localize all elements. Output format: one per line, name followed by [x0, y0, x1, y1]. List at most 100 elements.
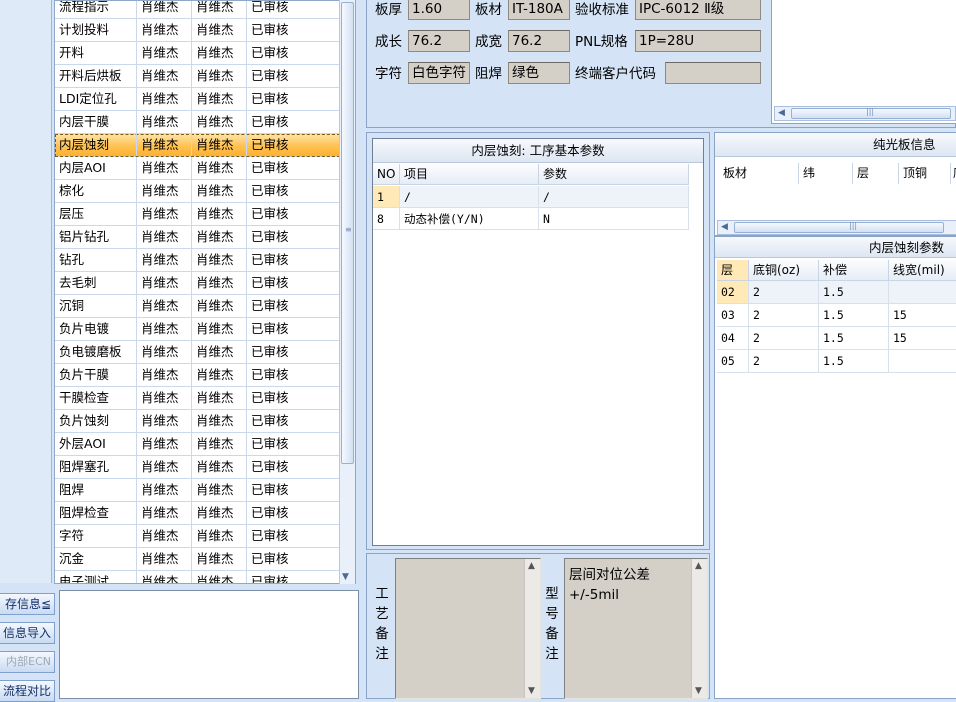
etch-cell-comp[interactable]: 1.5 [819, 304, 889, 327]
material-field[interactable]: IT-180A [508, 0, 570, 20]
model-note-scrollbar[interactable]: ▲ ▼ [691, 559, 707, 698]
process-row[interactable]: 开料 肖维杰 肖维杰 已审核 [55, 42, 340, 65]
col-header-value[interactable]: 参数 [539, 164, 689, 185]
length-field[interactable]: 76.2 [408, 30, 470, 52]
etch-cell-base[interactable]: 2 [749, 304, 819, 327]
process-row[interactable]: 铝片钻孔 肖维杰 肖维杰 已审核 [55, 226, 340, 249]
scroll-down-icon[interactable]: ▼ [342, 572, 349, 582]
col-header-layer[interactable]: 层 [717, 260, 749, 281]
etch-cell-comp[interactable]: 1.5 [819, 327, 889, 350]
customer-code-field[interactable] [665, 62, 761, 84]
blank-board-hscrollbar[interactable]: ◀ ||| [717, 220, 956, 235]
scroll-up-icon[interactable]: ▲ [695, 561, 702, 571]
model-note-textbox[interactable]: 层间对位公差+/-5mil ▲ ▼ [564, 558, 708, 699]
process-row[interactable]: 干膜检查 肖维杰 肖维杰 已审核 [55, 387, 340, 410]
param-cell-no[interactable]: 8 [373, 208, 400, 230]
process-row[interactable]: LDI定位孔 肖维杰 肖维杰 已审核 [55, 88, 340, 111]
thickness-field[interactable]: 1.60 [408, 0, 470, 20]
etch-cell-base[interactable]: 2 [749, 350, 819, 373]
scroll-left-icon[interactable]: ◀ [778, 107, 785, 120]
process-row[interactable]: 阻焊检查 肖维杰 肖维杰 已审核 [55, 502, 340, 525]
scroll-up-icon[interactable]: ▲ [528, 561, 535, 571]
process-row[interactable]: 流程指示 肖维杰 肖维杰 已审核 [55, 1, 340, 19]
process-row[interactable]: 沉金 肖维杰 肖维杰 已审核 [55, 548, 340, 571]
process-row[interactable]: 内层干膜 肖维杰 肖维杰 已审核 [55, 111, 340, 134]
process-row[interactable]: 内层蚀刻 肖维杰 肖维杰 已审核 [55, 134, 340, 157]
etch-cell-comp[interactable]: 1.5 [819, 281, 889, 304]
process-row[interactable]: 外层AOI 肖维杰 肖维杰 已审核 [55, 433, 340, 456]
col-header-bottom[interactable]: 底 [951, 163, 956, 184]
scroll-thumb[interactable]: ||| [734, 221, 944, 233]
etch-cell-layer[interactable]: 03 [717, 304, 749, 327]
material-label: 板材 [475, 2, 502, 18]
param-cell-value[interactable]: / [539, 186, 689, 208]
col-header-line-width[interactable]: 线宽(mil) [889, 260, 956, 281]
process-row[interactable]: 电子测试 肖维杰 肖维杰 已审核 [55, 571, 340, 583]
scroll-thumb[interactable]: ≡ [341, 2, 354, 464]
process-row[interactable]: 负片干膜 肖维杰 肖维杰 已审核 [55, 364, 340, 387]
info-import-button[interactable]: 信息导入 [0, 622, 55, 644]
col-header-item[interactable]: 项目 [400, 164, 539, 185]
scroll-down-icon[interactable]: ▼ [528, 686, 535, 696]
standard-field[interactable]: IPC-6012 Ⅱ级 [635, 0, 761, 20]
etch-cell-width[interactable] [889, 281, 956, 304]
col-header-top-copper[interactable]: 顶铜 [899, 163, 951, 184]
process-list-scrollbar[interactable]: ≡ ▼ [339, 0, 355, 584]
etch-cell-layer[interactable]: 05 [717, 350, 749, 373]
reviewer-name: 肖维杰 [192, 134, 247, 156]
process-list[interactable]: 流程指示 肖维杰 肖维杰 已审核 计划投料 肖维杰 肖维杰 已审核 开料 肖维杰 肖维杰 已审核 开料后… [54, 0, 356, 584]
process-row[interactable]: 阻焊 肖维杰 肖维杰 已审核 [55, 479, 340, 502]
pnl-field[interactable]: 1P=28U [635, 30, 761, 52]
process-row[interactable]: 沉铜 肖维杰 肖维杰 已审核 [55, 295, 340, 318]
param-cell-item[interactable]: 动态补偿(Y/N) [400, 208, 539, 230]
process-row[interactable]: 层压 肖维杰 肖维杰 已审核 [55, 203, 340, 226]
process-row[interactable]: 计划投料 肖维杰 肖维杰 已审核 [55, 19, 340, 42]
save-info-button[interactable]: 存信息≦ [0, 593, 55, 615]
etch-cell-width[interactable] [889, 350, 956, 373]
mask-field[interactable]: 绿色 [508, 62, 570, 84]
param-cell-item[interactable]: / [400, 186, 539, 208]
scroll-left-icon[interactable]: ◀ [721, 221, 728, 234]
process-note-textbox[interactable]: ▲ ▼ [395, 558, 541, 699]
etch-cell-layer[interactable]: 02 [717, 281, 749, 304]
process-row[interactable]: 开料后烘板 肖维杰 肖维杰 已审核 [55, 65, 340, 88]
process-row[interactable]: 内层AOI 肖维杰 肖维杰 已审核 [55, 157, 340, 180]
etch-cell-width[interactable]: 15 [889, 304, 956, 327]
scroll-thumb[interactable]: ||| [791, 107, 951, 119]
internal-ecn-button[interactable]: 内部ECN [0, 651, 55, 673]
col-header-no[interactable]: NO [373, 164, 400, 185]
col-header-compensation[interactable]: 补偿 [819, 260, 889, 281]
memo-textbox[interactable] [59, 590, 359, 699]
etch-cell-layer[interactable]: 04 [717, 327, 749, 350]
review-status: 已审核 [251, 252, 289, 267]
etch-cell-width[interactable]: 15 [889, 327, 956, 350]
creator-name: 肖维杰 [137, 410, 192, 432]
param-cell-value[interactable]: N [539, 208, 689, 230]
process-row[interactable]: 阻焊塞孔 肖维杰 肖维杰 已审核 [55, 456, 340, 479]
process-note-scrollbar[interactable]: ▲ ▼ [524, 559, 540, 698]
process-row[interactable]: 负电镀磨板 肖维杰 肖维杰 已审核 [55, 341, 340, 364]
col-header-material[interactable]: 板材 [719, 163, 799, 184]
process-row[interactable]: 棕化 肖维杰 肖维杰 已审核 [55, 180, 340, 203]
char-field[interactable]: 白色字符 [408, 62, 470, 84]
process-row[interactable]: 钻孔 肖维杰 肖维杰 已审核 [55, 249, 340, 272]
process-row[interactable]: 字符 肖维杰 肖维杰 已审核 [55, 525, 340, 548]
col-header-base-copper[interactable]: 底铜(oz) [749, 260, 819, 281]
info-grid-hscrollbar[interactable]: ◀ ||| [774, 106, 956, 121]
col-header-weft[interactable]: 纬 [799, 163, 853, 184]
param-cell-no[interactable]: 1 [373, 186, 400, 208]
etch-cell-comp[interactable]: 1.5 [819, 350, 889, 373]
width-field[interactable]: 76.2 [508, 30, 570, 52]
etch-cell-base[interactable]: 2 [749, 281, 819, 304]
process-name: 阻焊塞孔 [55, 456, 137, 478]
col-header-layer[interactable]: 层 [853, 163, 899, 184]
process-row[interactable]: 负片蚀刻 肖维杰 肖维杰 已审核 [55, 410, 340, 433]
process-row[interactable]: 去毛刺 肖维杰 肖维杰 已审核 [55, 272, 340, 295]
process-name: 计划投料 [55, 19, 137, 41]
process-row[interactable]: 负片电镀 肖维杰 肖维杰 已审核 [55, 318, 340, 341]
etch-cell-base[interactable]: 2 [749, 327, 819, 350]
review-status: 已审核 [251, 68, 289, 83]
creator-name: 肖维杰 [137, 42, 192, 64]
process-name: 内层干膜 [55, 111, 137, 133]
scroll-down-icon[interactable]: ▼ [695, 686, 702, 696]
